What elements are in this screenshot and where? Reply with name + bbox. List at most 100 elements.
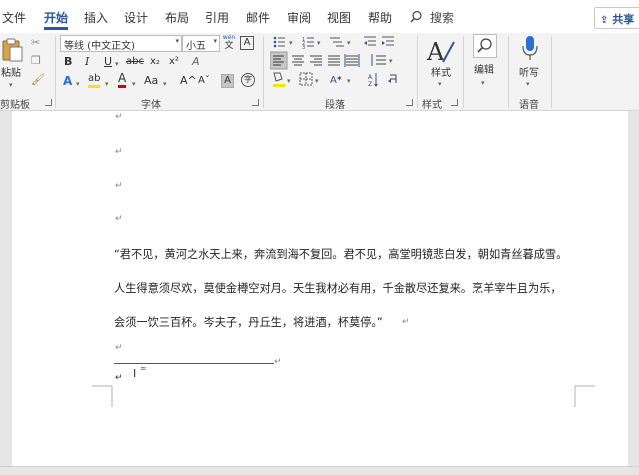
phonetic-guide-pinyin: wén [222,34,236,41]
tab-view[interactable]: 视图 [327,9,351,26]
tab-home[interactable]: 开始 [44,9,68,26]
tab-layout[interactable]: 布局 [165,9,189,26]
paragraph-launcher-icon[interactable] [406,99,413,106]
cursor-wrap-icon: ≈ [140,364,147,373]
paragraph-mark-icon: ↵ [115,343,123,353]
font-color-icon[interactable]: A [118,72,127,88]
sort-icon[interactable]: AZ [368,73,378,88]
group-divider [417,36,418,108]
increase-indent-icon[interactable] [382,36,394,46]
bold-button[interactable]: B [64,55,72,69]
paragraph-tools: ▾ 123 ▾ ▾ ▾ ▾ ▾ A ✶ ▾ AZ [270,36,397,88]
cut-icon[interactable]: ✂ [31,36,40,50]
italic-button[interactable]: I [85,55,89,69]
shading-icon[interactable] [273,72,285,87]
align-center-icon[interactable] [292,55,304,66]
group-divider [263,36,264,108]
search-icon[interactable] [410,10,423,23]
borders-icon[interactable] [299,72,313,86]
copy-icon[interactable]: ❐ [31,54,41,68]
clipboard-launcher-icon[interactable] [45,99,52,106]
grow-font-icon[interactable]: A^ [180,74,197,88]
tab-references[interactable]: 引用 [205,9,229,26]
poem-line-3: 会须一饮三百杯。岑夫子，丹丘生，将进酒，杯莫停。” [114,316,383,329]
strikethrough-button[interactable]: abc [126,55,144,69]
distributed-icon[interactable] [344,54,360,67]
styles-launcher-icon[interactable] [451,99,458,106]
chevron-down-icon: ▾ [347,39,351,47]
paste-button-label[interactable]: 粘贴 [1,64,21,79]
text-effects-dropdown-icon[interactable]: ▾ [76,77,80,91]
tab-file[interactable]: 文件 [2,9,26,26]
paste-dropdown-icon[interactable]: ▾ [9,78,13,92]
change-case-dropdown-icon[interactable]: ▾ [163,77,167,91]
svg-text:A: A [368,74,373,81]
font-color-dropdown-icon[interactable]: ▾ [132,77,136,91]
page-corner-mark [574,385,595,407]
svg-text:✶: ✶ [336,74,343,83]
enclose-characters-icon[interactable]: 字 [241,73,255,87]
change-case-icon[interactable]: Aa [144,74,158,88]
tab-design[interactable]: 设计 [124,9,148,26]
clear-formatting-icon[interactable]: A [192,55,200,69]
paragraph-group-label: 段落 [325,100,345,111]
clipboard-icon[interactable] [2,38,24,62]
align-right-icon[interactable] [310,55,322,66]
numbering-icon[interactable]: 123 [302,37,314,51]
poem-line-1: “君不见，黄河之水天上来，奔流到海不复回。君不见，高堂明镜悲白发，朝如青丝暮成雪… [114,248,568,261]
phonetic-guide-icon[interactable]: wén 文 [222,34,236,52]
voice-group-label: 语音 [519,100,539,111]
group-divider [508,36,509,108]
character-shading-icon[interactable]: A [221,74,234,88]
character-border-icon[interactable]: A [240,36,254,50]
chevron-down-icon: ▾ [317,39,321,47]
svg-text:Z: Z [368,81,372,88]
paragraph-mark-icon: ↵ [115,147,123,157]
tab-insert[interactable]: 插入 [84,9,108,26]
dictate-dropdown-icon[interactable]: ▾ [526,77,530,91]
share-icon: ⇪ [600,15,609,26]
styles-icon[interactable]: A [425,36,455,66]
chevron-down-icon: ▾ [287,77,291,85]
editing-dropdown-icon[interactable]: ▾ [481,76,485,90]
justify-icon[interactable] [328,55,340,66]
line-spacing-icon[interactable] [371,54,386,66]
editing-button-frame[interactable] [473,34,497,58]
underline-button[interactable]: U [104,55,112,69]
search-box[interactable]: 搜索 [430,9,454,26]
font-launcher-icon[interactable] [252,99,259,106]
bullets-icon[interactable] [273,36,285,48]
page-corner-mark [92,385,113,407]
tab-review[interactable]: 审阅 [287,9,311,26]
multilevel-list-icon[interactable] [330,37,344,47]
highlight-dropdown-icon[interactable]: ▾ [105,77,109,91]
text-effects-icon[interactable]: A [63,74,72,88]
highlight-color-icon[interactable]: ab [88,73,101,88]
phonetic-guide-char: 文 [224,41,234,51]
find-icon [477,38,492,53]
clipboard-group-label: 剪贴板 [0,100,30,111]
paragraph-mark-icon: ↵ [402,317,410,327]
format-painter-icon[interactable]: 🖌 [31,73,45,87]
paragraph-mark-icon: ↵ [115,181,123,191]
superscript-button[interactable]: x² [169,55,179,69]
font-size-select[interactable]: 小五 ▾ [182,35,220,52]
ribbon: 粘贴 ▾ ✂ ❐ 🖌 剪贴板 等线 (中文正文) ▾ 小五 ▾ wén 文 A … [0,33,639,111]
share-button[interactable]: ⇪ 共享 [594,7,639,29]
styles-dropdown-icon[interactable]: ▾ [438,77,442,91]
chinese-layout-icon[interactable]: A ✶ [330,74,343,86]
decrease-indent-icon[interactable] [364,36,376,46]
shrink-font-icon[interactable]: Aˇ [198,74,210,88]
underline-dropdown-icon[interactable]: ▾ [115,57,119,71]
subscript-button[interactable]: x₂ [150,55,160,69]
chevron-down-icon: ▾ [347,77,351,85]
tab-mailings[interactable]: 邮件 [246,9,270,26]
group-divider [55,36,56,108]
font-name-select[interactable]: 等线 (中文正文) ▾ [60,35,182,52]
microphone-icon[interactable] [521,35,539,63]
show-formatting-icon[interactable] [388,74,397,83]
document-page[interactable]: ↵ ↵ ↵ ↵ “君不见，黄河之水天上来，奔流到海不复回。君不见，高堂明镜悲白发… [12,111,628,466]
editing-button-label[interactable]: 编辑 [474,61,494,76]
tab-help[interactable]: 帮助 [368,9,392,26]
align-left-active-bg[interactable] [270,51,288,70]
